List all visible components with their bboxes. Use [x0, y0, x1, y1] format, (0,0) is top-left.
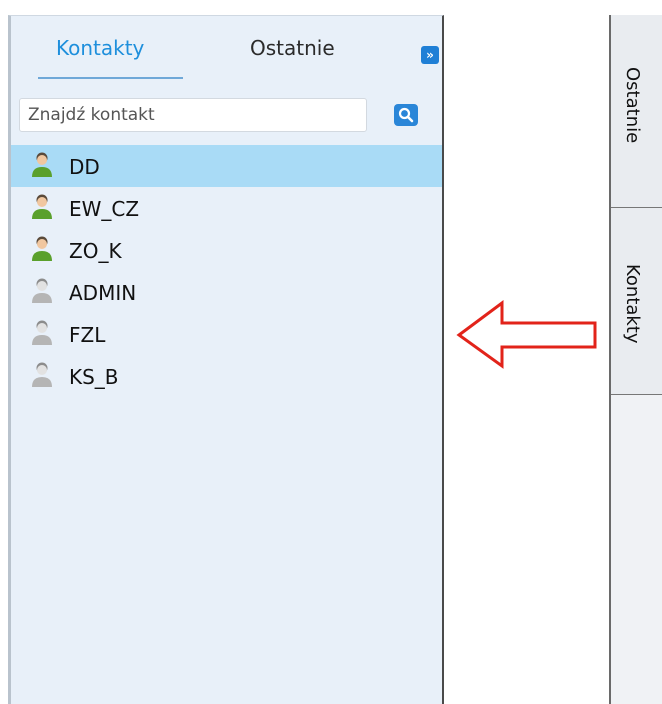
user-offline-icon: [29, 361, 55, 389]
contact-list: DD EW_CZ ZO_K ADMIN FZL KS_B: [11, 145, 442, 397]
contact-name: ADMIN: [69, 281, 137, 305]
contact-name: DD: [69, 155, 100, 179]
contact-item-admin[interactable]: ADMIN: [11, 271, 442, 313]
double-chevron-right-icon[interactable]: »: [421, 46, 439, 64]
user-offline-icon: [29, 319, 55, 347]
contact-item-ew-cz[interactable]: EW_CZ: [11, 187, 442, 229]
vertical-tab-label: Ostatnie: [622, 67, 643, 144]
contact-item-fzl[interactable]: FZL: [11, 313, 442, 355]
vertical-tab-contacts[interactable]: Kontakty: [611, 208, 662, 395]
active-tab-underline: [38, 77, 183, 79]
contact-item-dd[interactable]: DD: [11, 145, 442, 187]
right-sidebar: Ostatnie Kontakty: [609, 15, 662, 704]
contact-name: KS_B: [69, 365, 119, 389]
user-online-icon: [29, 193, 55, 221]
left-arrow-icon: [455, 300, 600, 374]
contact-name: ZO_K: [69, 239, 122, 263]
vertical-tab-label: Kontakty: [622, 264, 643, 344]
user-offline-icon: [29, 277, 55, 305]
search-icon[interactable]: [394, 104, 418, 126]
contact-name: FZL: [69, 323, 106, 347]
search-input[interactable]: [19, 98, 367, 132]
tab-contacts[interactable]: Kontakty: [56, 36, 144, 60]
user-online-icon: [29, 235, 55, 263]
contact-item-zo-k[interactable]: ZO_K: [11, 229, 442, 271]
contact-item-ks-b[interactable]: KS_B: [11, 355, 442, 397]
panel-tabs: Kontakty Ostatnie »: [11, 16, 442, 86]
vertical-tab-recent[interactable]: Ostatnie: [611, 15, 662, 208]
tab-recent[interactable]: Ostatnie: [250, 36, 335, 60]
contacts-panel: Kontakty Ostatnie » DD: [8, 15, 444, 704]
contact-name: EW_CZ: [69, 197, 140, 221]
user-online-icon: [29, 151, 55, 179]
